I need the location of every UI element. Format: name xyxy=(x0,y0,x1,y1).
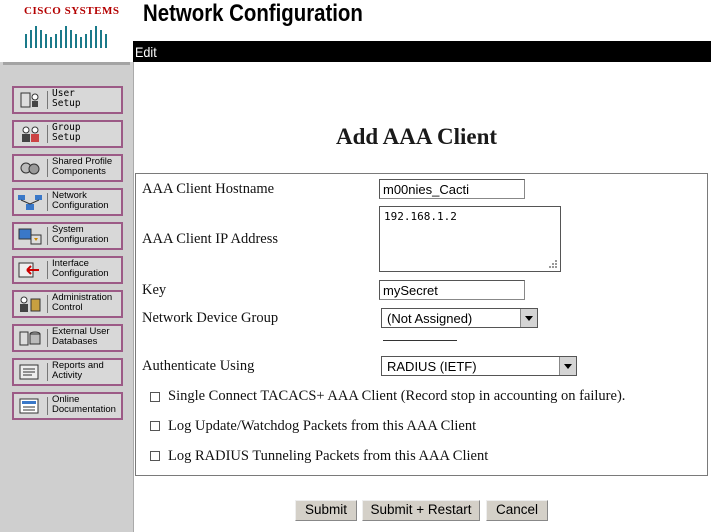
ndg-label: Network Device Group xyxy=(142,310,279,326)
divider xyxy=(383,340,457,341)
sidebar-item-admin-control[interactable]: Administration Control xyxy=(12,290,123,318)
ip-address-field[interactable]: 192.168.1.2 xyxy=(379,206,561,272)
log-update-label: Log Update/Watchdog Packets from this AA… xyxy=(168,418,477,434)
auth-label: Authenticate Using xyxy=(142,358,255,374)
log-radius-checkbox[interactable] xyxy=(150,451,160,461)
reports-icon xyxy=(19,364,39,380)
single-connect-label: Single Connect TACACS+ AAA Client (Recor… xyxy=(168,388,626,404)
submit-restart-button[interactable]: Submit + Restart xyxy=(362,500,480,521)
key-label: Key xyxy=(142,282,167,298)
hostname-input[interactable] xyxy=(379,179,525,199)
shared-profile-icon xyxy=(20,162,40,175)
hostname-label: AAA Client Hostname xyxy=(142,181,275,197)
form-title: Add AAA Client xyxy=(336,124,498,149)
cisco-logo: CISCO SYSTEMS xyxy=(0,0,133,52)
submit-button[interactable]: Submit xyxy=(295,500,357,521)
sidebar-item-shared-profile[interactable]: Shared Profile Components xyxy=(12,154,123,182)
sidebar-item-reports[interactable]: Reports and Activity xyxy=(12,358,123,386)
log-update-checkbox[interactable] xyxy=(150,421,160,431)
single-connect-checkbox[interactable] xyxy=(150,392,160,402)
sidebar-item-system-config[interactable]: System Configuration xyxy=(12,222,123,250)
sidebar-item-network-config[interactable]: Network Configuration xyxy=(12,188,123,216)
sidebar-item-documentation[interactable]: Online Documentation xyxy=(12,392,123,420)
group-setup-icon xyxy=(22,126,39,142)
sidebar-item-label: Administration Control xyxy=(52,292,113,313)
cisco-bars-icon xyxy=(25,26,107,48)
sidebar-item-user-setup[interactable]: User Setup xyxy=(12,86,123,114)
sidebar-item-external-db[interactable]: External User Databases xyxy=(12,324,123,352)
sidebar-item-label: Reports and Activity xyxy=(52,360,104,381)
sidebar-item-label: Online Documentation xyxy=(52,394,116,415)
sidebar-item-label: Interface Configuration xyxy=(52,258,109,279)
sidebar-item-label: Shared Profile Components xyxy=(52,156,113,177)
sidebar-item-label: User Setup xyxy=(52,88,81,109)
authenticate-using-select[interactable]: RADIUS (IETF) xyxy=(381,356,577,376)
network-config-icon xyxy=(18,195,42,210)
system-config-icon xyxy=(18,228,42,245)
page-title: Network Configuration xyxy=(143,0,363,27)
admin-control-icon xyxy=(20,296,41,312)
interface-config-icon xyxy=(18,262,39,278)
ip-address-value: 192.168.1.2 xyxy=(384,210,457,223)
sidebar-item-label: Network Configuration xyxy=(52,190,109,211)
ip-label: AAA Client IP Address xyxy=(142,231,279,247)
resize-grip-icon[interactable] xyxy=(548,259,558,269)
external-db-icon xyxy=(19,331,41,346)
sidebar-item-interface-config[interactable]: Interface Configuration xyxy=(12,256,123,284)
brand-name: CISCO SYSTEMS xyxy=(24,5,120,17)
sidebar-item-label: System Configuration xyxy=(52,224,109,245)
cancel-button[interactable]: Cancel xyxy=(486,500,548,521)
log-radius-label: Log RADIUS Tunneling Packets from this A… xyxy=(168,448,489,464)
section-bar: Edit xyxy=(133,41,711,62)
user-setup-icon xyxy=(20,92,39,108)
sidebar-item-group-setup[interactable]: Group Setup xyxy=(12,120,123,148)
ndg-selected: (Not Assigned) xyxy=(387,311,473,326)
docs-icon xyxy=(19,398,39,414)
chevron-down-icon[interactable] xyxy=(520,309,537,327)
network-device-group-select[interactable]: (Not Assigned) xyxy=(381,308,538,328)
chevron-down-icon[interactable] xyxy=(559,357,576,375)
auth-selected: RADIUS (IETF) xyxy=(387,359,477,374)
key-input[interactable] xyxy=(379,280,525,300)
sidebar-edge xyxy=(3,62,130,65)
sidebar-item-label: External User Databases xyxy=(52,326,110,347)
sidebar-item-label: Group Setup xyxy=(52,122,81,143)
section-label: Edit xyxy=(135,44,157,60)
